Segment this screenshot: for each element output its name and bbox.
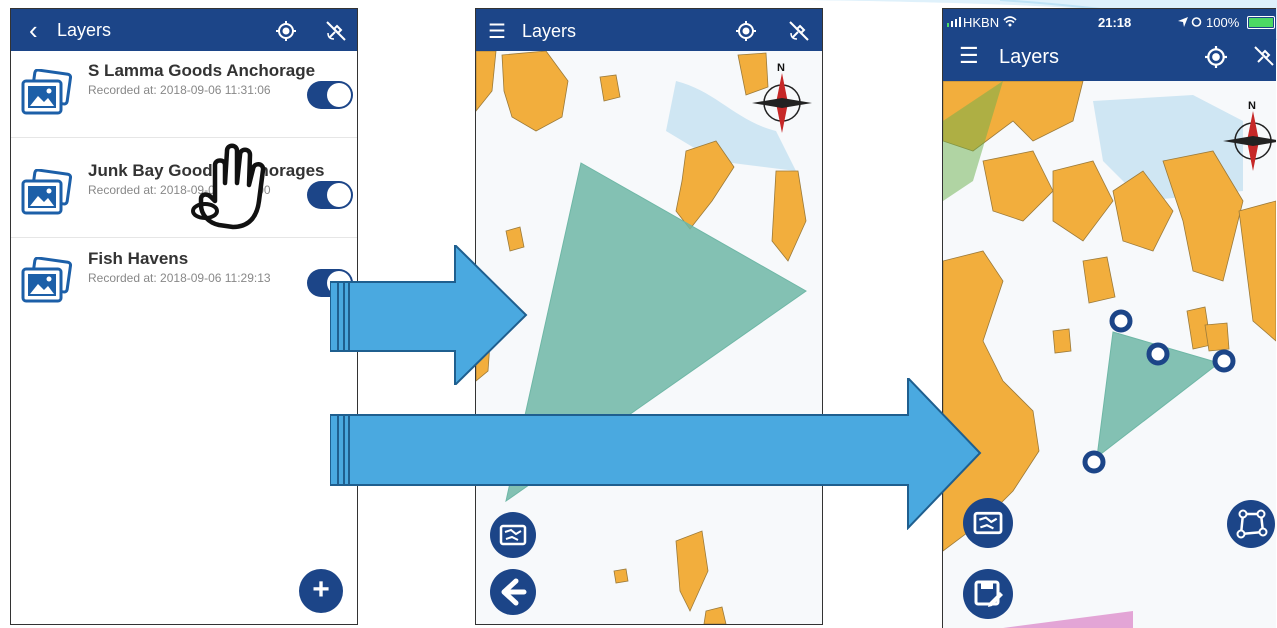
locate-icon[interactable] bbox=[276, 21, 296, 41]
polygon-vertex-handle[interactable] bbox=[1109, 309, 1133, 333]
navbar: HKBN 21:18 100% ☰ Layers bbox=[943, 9, 1276, 81]
gps-off-icon[interactable] bbox=[325, 20, 347, 42]
layer-image-icon bbox=[21, 69, 73, 115]
draw-polygon-button[interactable] bbox=[1227, 500, 1275, 548]
location-arrow-icon bbox=[1178, 17, 1188, 27]
layer-image-icon bbox=[21, 169, 73, 215]
item-subtitle: Recorded at: 2018-09-06 11:31:06 bbox=[88, 83, 271, 97]
toggle-knob bbox=[327, 83, 351, 107]
navbar: ‹ Layers bbox=[11, 9, 357, 51]
polygon-icon bbox=[1236, 509, 1268, 539]
flow-arrow bbox=[330, 245, 528, 385]
list-item[interactable]: S Lamma Goods Anchorage Recorded at: 201… bbox=[11, 51, 357, 138]
battery-label: 100% bbox=[1206, 15, 1240, 30]
wifi-icon bbox=[1003, 16, 1017, 27]
list-item[interactable]: Fish Havens Recorded at: 2018-09-06 11:2… bbox=[11, 239, 357, 325]
item-title: Fish Havens bbox=[88, 249, 189, 268]
locate-icon[interactable] bbox=[1205, 46, 1227, 68]
polygon-vertex-handle[interactable] bbox=[1146, 342, 1170, 366]
locate-icon[interactable] bbox=[736, 21, 756, 41]
save-icon bbox=[974, 580, 1003, 607]
toggle-knob bbox=[327, 183, 351, 207]
add-button[interactable]: + bbox=[299, 569, 343, 613]
signal-icon bbox=[947, 17, 961, 27]
back-button[interactable] bbox=[490, 569, 536, 615]
item-title: S Lamma Goods Anchorage bbox=[88, 61, 316, 80]
menu-icon[interactable]: ☰ bbox=[488, 19, 506, 44]
save-button[interactable] bbox=[963, 569, 1013, 619]
item-subtitle: Recorded at: 2018-09-06 11:29:13 bbox=[88, 271, 271, 285]
svg-text:N: N bbox=[1248, 100, 1256, 112]
navbar: ☰ Layers bbox=[476, 9, 822, 51]
layer-image-icon bbox=[21, 257, 73, 303]
clock-label: 21:18 bbox=[1098, 15, 1132, 30]
layer-toggle[interactable] bbox=[307, 181, 353, 209]
layers-list-panel: ‹ Layers S Lamma Goods Anchorage Recorde… bbox=[10, 8, 358, 625]
polygon-vertex-handle[interactable] bbox=[1212, 349, 1236, 373]
hand-tap-icon bbox=[191, 143, 266, 230]
back-arrow-icon bbox=[501, 578, 527, 606]
flow-arrow bbox=[330, 378, 982, 530]
add-icon: + bbox=[312, 573, 330, 606]
menu-icon[interactable]: ☰ bbox=[959, 43, 979, 69]
battery-icon bbox=[1247, 16, 1275, 29]
polygon-vertex-handle[interactable] bbox=[1082, 450, 1106, 474]
gps-off-icon[interactable] bbox=[1253, 45, 1275, 67]
svg-text:N: N bbox=[777, 62, 785, 74]
page-title: Layers bbox=[57, 20, 112, 40]
carrier-label: HKBN bbox=[963, 15, 1000, 30]
back-icon[interactable]: ‹ bbox=[29, 15, 38, 46]
page-title: Layers bbox=[522, 21, 577, 41]
map-panel-3: N HKBN 21:18 100% ☰ Layers bbox=[942, 8, 1276, 628]
layer-toggle[interactable] bbox=[307, 81, 353, 109]
page-title: Layers bbox=[999, 46, 1060, 68]
alarm-icon bbox=[1191, 17, 1202, 27]
gps-off-icon[interactable] bbox=[788, 20, 810, 42]
